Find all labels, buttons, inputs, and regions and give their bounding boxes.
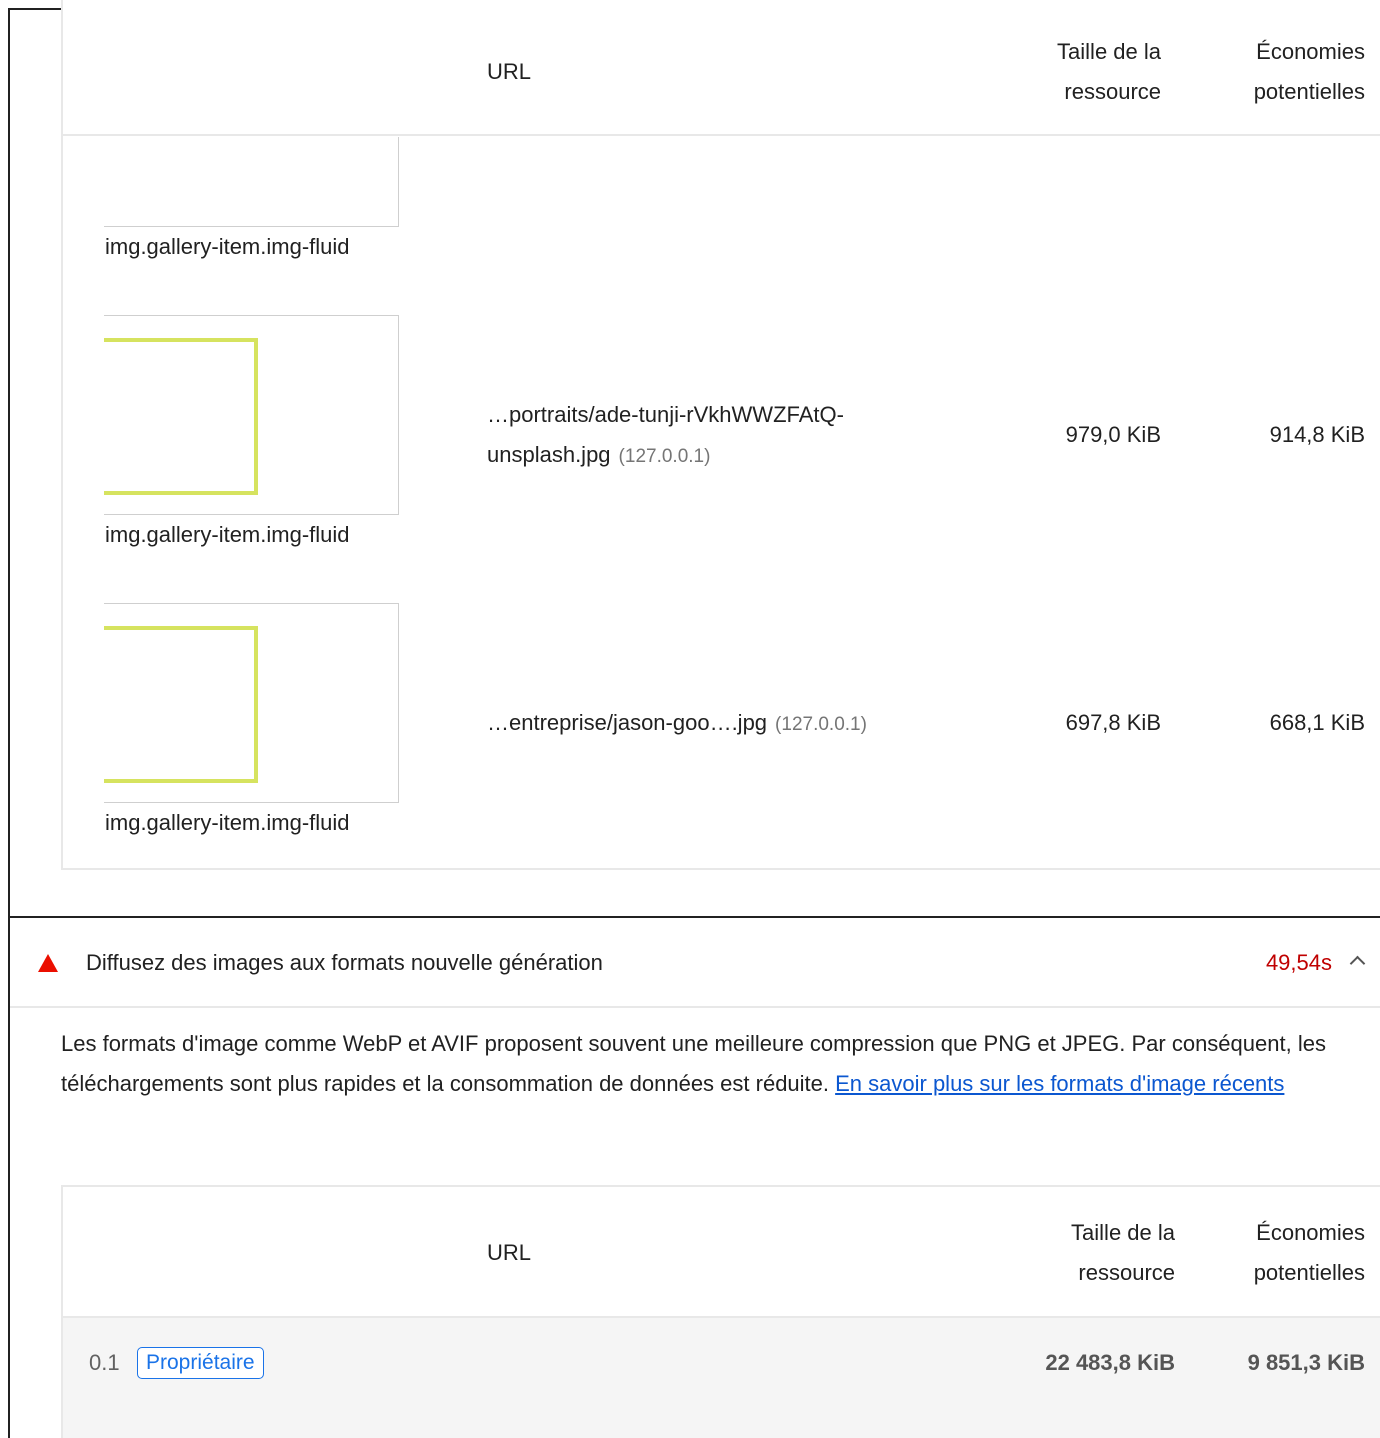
potential-savings-value: 914,8 KiB [1269, 422, 1365, 447]
element-thumbnail[interactable] [104, 603, 399, 803]
audit-savings-time: 49,54s [1265, 950, 1332, 975]
resource-size-value: 979,0 KiB [1065, 422, 1161, 447]
resource-size-value: 697,8 KiB [1065, 710, 1161, 735]
url-host: (127.0.0.1) [775, 714, 867, 735]
table-header: URL Taille de la ressource Économies pot… [63, 0, 1380, 136]
column-header-resource-size: Taille de la ressource [1071, 1220, 1175, 1285]
frame-top-edge [8, 8, 61, 10]
audit-header-next-gen-formats[interactable]: Diffusez des images aux formats nouvelle… [10, 918, 1380, 1008]
potential-savings-value: 668,1 KiB [1269, 710, 1365, 735]
group-score: 0.1 [89, 1350, 120, 1375]
audit-title: Diffusez des images aux formats nouvelle… [86, 950, 603, 975]
entity-group-row: 0.1 Propriétaire 22 483,8 KiB 9 851,3 Ki… [63, 1318, 1380, 1438]
node-selector-label[interactable]: img.gallery-item.img-fluid [105, 808, 350, 838]
resource-url[interactable]: …entreprise/jason-goo….jpg (127.0.0.1) [487, 703, 867, 745]
entity-badge: Propriétaire [137, 1347, 264, 1379]
learn-more-link[interactable]: En savoir plus sur les formats d'image r… [835, 1071, 1284, 1096]
node-selector-label[interactable]: img.gallery-item.img-fluid [105, 232, 350, 262]
node-selector-label[interactable]: img.gallery-item.img-fluid [105, 520, 350, 550]
column-header-url: URL [487, 59, 532, 84]
next-gen-formats-table: URL Taille de la ressource Économies pot… [61, 1185, 1380, 1438]
thumbnail-highlight-box [104, 626, 258, 783]
column-header-resource-size: Taille de la ressource [1057, 39, 1161, 104]
column-header-url: URL [487, 1240, 532, 1265]
thumbnail-highlight-box [104, 338, 258, 495]
column-header-potential-savings: Économies potentielles [1253, 1220, 1365, 1285]
table-header: URL Taille de la ressource Économies pot… [63, 1187, 1380, 1318]
column-header-potential-savings: Économies potentielles [1253, 39, 1365, 104]
chevron-up-icon[interactable] [1350, 952, 1364, 966]
element-thumbnail[interactable] [104, 315, 399, 515]
oversized-images-table: URL Taille de la ressource Économies pot… [61, 0, 1380, 870]
resource-url[interactable]: …portraits/ade-tunji-rVkhWWZFAtQ- unspla… [487, 395, 844, 477]
element-thumbnail[interactable] [104, 137, 399, 227]
audit-description: Les formats d'image comme WebP et AVIF p… [61, 1031, 1326, 1096]
warning-triangle-icon [38, 954, 58, 972]
group-resource-size: 22 483,8 KiB [1045, 1350, 1175, 1375]
url-host: (127.0.0.1) [618, 446, 711, 467]
group-potential-savings: 9 851,3 KiB [1247, 1350, 1365, 1375]
